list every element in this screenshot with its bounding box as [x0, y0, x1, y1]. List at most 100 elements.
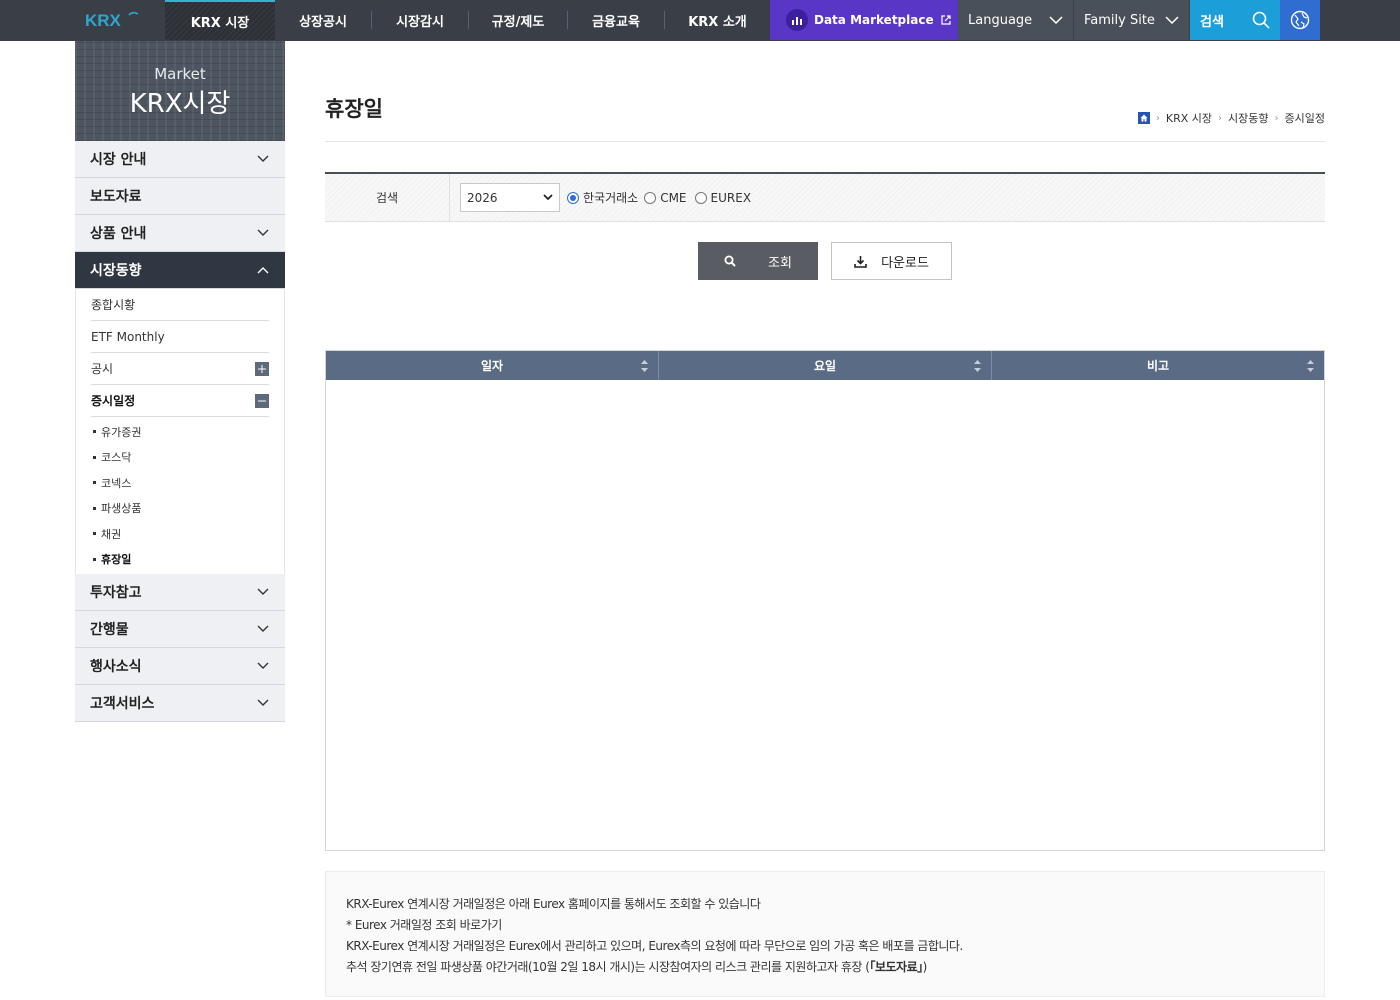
title-divider	[325, 141, 1325, 142]
notice-text: 추석 장기연휴 전일 파생상품 야간거래(10월 2일 18시 개시)는 시장참…	[346, 960, 870, 974]
search-icon	[724, 255, 736, 267]
sidebar-item-customer-service[interactable]: 고객서비스	[75, 685, 285, 722]
sidebar-item-market-guide[interactable]: 시장 안내	[75, 141, 285, 178]
page-title: 휴장일	[325, 97, 383, 121]
plus-icon[interactable]	[255, 361, 269, 376]
sidebar-item-investment-reference[interactable]: 투자참고	[75, 574, 285, 611]
radio-label-cme: CME	[660, 190, 687, 205]
external-link-icon	[941, 15, 951, 25]
query-button-label: 조회	[768, 255, 792, 271]
submenu-item-label: 공시	[91, 362, 114, 376]
breadcrumb-item[interactable]: 시장동향	[1228, 110, 1268, 126]
exchange-radio-group: 한국거래소 CME EUREX	[565, 189, 751, 206]
submenu-item-label: 증시일정	[91, 394, 136, 408]
data-marketplace-label: Data Marketplace	[814, 13, 934, 27]
globe-icon	[1290, 10, 1310, 30]
radio-label-krx: 한국거래소	[583, 191, 639, 205]
sort-icon	[974, 360, 981, 372]
schedule-item-kosdaq[interactable]: 코스닥	[93, 445, 269, 471]
sidebar-banner: Market KRX시장	[75, 41, 285, 141]
chevron-down-icon	[1049, 16, 1063, 24]
schedule-item-bonds[interactable]: 채권	[93, 521, 269, 547]
schedule-submenu: 유가증권 코스닥 코넥스 파생상품 채권 휴장일	[91, 417, 269, 574]
sidebar-item-press-release[interactable]: 보도자료	[75, 178, 285, 215]
download-button[interactable]: 다운로드	[831, 242, 952, 280]
submenu-item-market-summary[interactable]: 종합시황	[91, 289, 269, 321]
sort-icon	[641, 360, 648, 372]
schedule-item-konex[interactable]: 코넥스	[93, 470, 269, 496]
sort-icon	[1307, 360, 1314, 372]
sidebar-item-product-guide[interactable]: 상품 안내	[75, 215, 285, 252]
search-label: 검색	[1200, 14, 1224, 30]
global-site-button[interactable]	[1280, 0, 1320, 40]
nav-financial-education[interactable]: 금융교육	[568, 0, 664, 40]
nav-listing-disclosure[interactable]: 상장공시	[275, 0, 371, 40]
holiday-table: 일자 요일 비고	[325, 350, 1325, 851]
download-button-label: 다운로드	[881, 255, 929, 271]
nav-krx-market[interactable]: KRX 시장	[165, 0, 275, 40]
notice-line: KRX-Eurex 연계시장 거래일정은 Eurex에서 관리하고 있으며, E…	[346, 939, 963, 953]
minus-icon[interactable]	[255, 393, 269, 408]
nav-krx-about[interactable]: KRX 소개	[665, 0, 770, 40]
chevron-down-icon	[257, 155, 269, 162]
eurex-schedule-link[interactable]: * Eurex 거래일정 조회 바로가기	[346, 915, 1304, 936]
notice-line: 추석 장기연휴 전일 파생상품 야간거래(10월 2일 18시 개시)는 시장참…	[346, 957, 1304, 978]
submenu-item-etf-monthly[interactable]: ETF Monthly	[91, 321, 269, 353]
submenu-item-label: ETF Monthly	[91, 329, 165, 344]
schedule-item-holidays[interactable]: 휴장일	[93, 547, 269, 573]
schedule-item-derivatives[interactable]: 파생상품	[93, 496, 269, 522]
language-label: Language	[968, 12, 1033, 28]
press-release-link[interactable]: 「보도자료」	[869, 960, 923, 974]
family-site-dropdown[interactable]: Family Site	[1074, 0, 1190, 40]
sidebar-item-publications[interactable]: 간행물	[75, 611, 285, 648]
breadcrumb-separator: ›	[1155, 112, 1160, 124]
sidebar-banner-title: KRX시장	[129, 89, 231, 119]
column-header-label: 요일	[813, 359, 837, 373]
breadcrumb: › KRX 시장 › 시장동향 › 증시일정	[1137, 110, 1325, 126]
search-panel: 검색 2026 한국거래소 CME EUREX	[325, 172, 1325, 222]
notice-text: )	[922, 960, 928, 974]
download-icon	[854, 255, 867, 268]
nav-market-surveillance[interactable]: 시장감시	[372, 0, 468, 40]
chevron-down-icon	[257, 662, 269, 669]
data-marketplace-link[interactable]: Data Marketplace	[770, 0, 958, 40]
sidebar-item-market-trends[interactable]: 시장동향	[75, 252, 285, 289]
family-site-label: Family Site	[1084, 12, 1155, 28]
breadcrumb-item[interactable]: 증시일정	[1285, 110, 1325, 126]
sidebar-item-label: 시장동향	[90, 263, 142, 279]
language-dropdown[interactable]: Language	[958, 0, 1074, 40]
sidebar-item-label: 행사소식	[90, 659, 142, 675]
breadcrumb-separator: ›	[1218, 112, 1223, 124]
query-button[interactable]: 조회	[698, 242, 818, 280]
sidebar-item-label: 투자참고	[90, 585, 142, 601]
sidebar-item-label: 상품 안내	[90, 226, 147, 242]
krx-logo[interactable]: KRX	[75, 0, 165, 40]
chevron-down-icon	[543, 194, 553, 201]
sidebar-item-label: 보도자료	[90, 189, 142, 205]
krx-logo-icon: KRX	[85, 11, 139, 29]
year-select[interactable]: 2026	[460, 183, 560, 212]
breadcrumb-separator: ›	[1274, 112, 1279, 124]
radio-label-eurex: EUREX	[710, 190, 752, 205]
chevron-down-icon	[257, 588, 269, 595]
sidebar-banner-subtitle: Market	[154, 65, 206, 83]
chevron-down-icon	[1165, 16, 1179, 24]
home-icon[interactable]	[1137, 112, 1150, 124]
column-header-weekday[interactable]: 요일	[659, 351, 992, 380]
sidebar-item-events[interactable]: 행사소식	[75, 648, 285, 685]
bar-chart-icon	[786, 9, 808, 31]
breadcrumb-item[interactable]: KRX 시장	[1166, 110, 1212, 126]
schedule-item-securities[interactable]: 유가증권	[93, 419, 269, 445]
radio-krx[interactable]	[567, 191, 579, 204]
radio-cme[interactable]	[644, 191, 657, 204]
nav-regulations[interactable]: 규정/제도	[469, 0, 567, 40]
submenu-item-market-schedule[interactable]: 증시일정	[91, 385, 269, 417]
search-button[interactable]: 검색	[1190, 0, 1280, 40]
column-header-date[interactable]: 일자	[326, 351, 659, 380]
radio-eurex[interactable]	[694, 191, 707, 204]
submenu-item-disclosure[interactable]: 공시	[91, 353, 269, 385]
column-header-label: 일자	[480, 359, 504, 373]
column-header-remarks[interactable]: 비고	[992, 351, 1324, 380]
chevron-up-icon	[257, 267, 269, 274]
search-icon	[1252, 11, 1270, 29]
